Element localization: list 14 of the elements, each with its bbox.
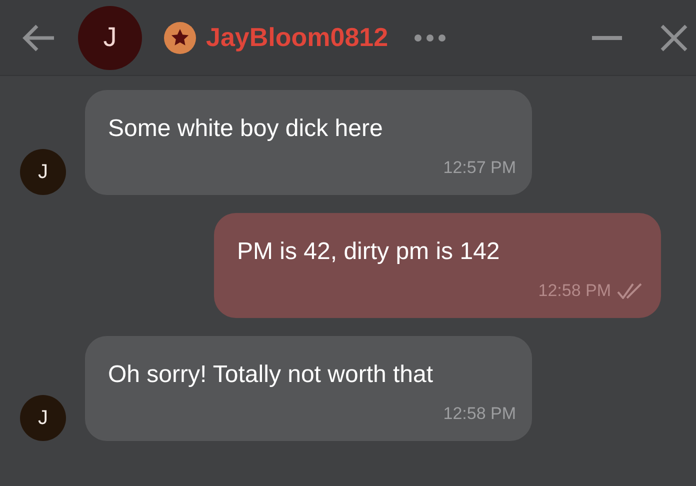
message-time: 12:57 PM [443,158,516,178]
message-text: Some white boy dick here [108,115,383,142]
user-avatar[interactable]: J [20,395,66,441]
message-text: Oh sorry! Totally not worth that [108,361,434,388]
star-badge-icon [164,22,196,54]
message-time: 12:58 PM [538,281,611,301]
user-avatar[interactable]: J [78,6,142,70]
message-time: 12:58 PM [443,404,516,424]
close-icon[interactable] [660,24,688,52]
message-text: PM is 42, dirty pm is 142 [237,238,500,265]
user-avatar[interactable]: J [20,149,66,195]
more-icon[interactable] [414,34,446,42]
back-arrow-icon[interactable] [22,24,56,52]
minimize-icon[interactable] [592,36,622,40]
